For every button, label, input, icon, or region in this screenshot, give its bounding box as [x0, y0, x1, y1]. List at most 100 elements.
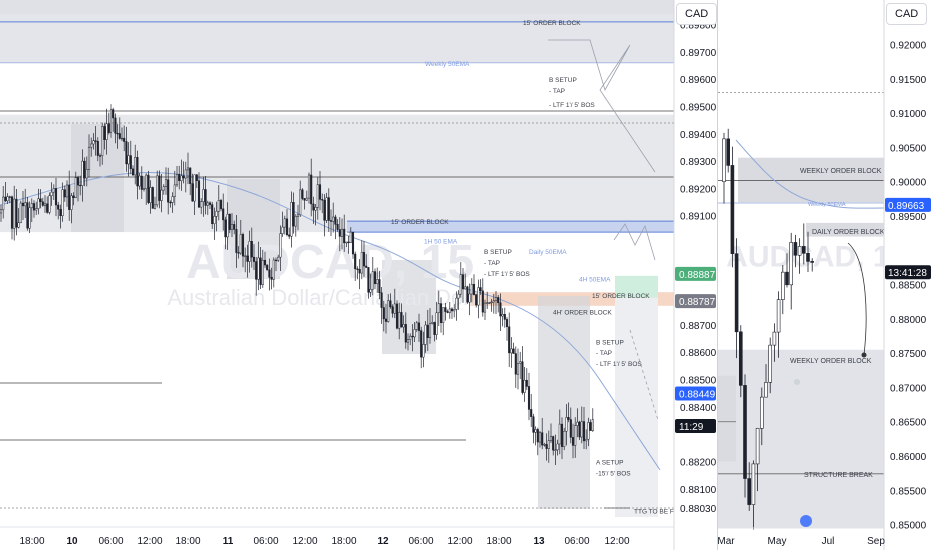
candle-body — [292, 202, 295, 227]
right-currency-badge[interactable]: CAD — [886, 3, 928, 25]
chart-annotation: - TAP — [596, 350, 612, 357]
chart-annotation: B SETUP — [596, 339, 624, 346]
candle-body — [318, 184, 322, 200]
earnings-icon — [800, 515, 812, 527]
candle-body — [193, 174, 196, 202]
candle-body — [303, 198, 306, 201]
chart-annotation: 15' ORDER BLOCK — [592, 293, 650, 300]
candle-body — [323, 199, 326, 221]
candle-body — [472, 283, 476, 295]
candle-body — [248, 241, 251, 262]
candle-body — [589, 422, 592, 431]
candle-body — [382, 307, 385, 320]
candle-body — [250, 241, 253, 258]
candle-body — [114, 117, 117, 134]
left-candlestick-chart[interactable]: AUDCAD, 15Australian Dollar/Canadian Dol… — [0, 0, 717, 550]
time-tick-label: 18:00 — [486, 536, 511, 547]
candle-body — [413, 329, 416, 338]
candle-body — [39, 198, 42, 202]
candle-body — [54, 188, 58, 206]
candle-body — [768, 344, 773, 383]
candle-body — [87, 146, 91, 170]
candle-body — [314, 207, 317, 211]
candle-body — [536, 429, 539, 443]
candle-body — [486, 302, 489, 304]
candle-body — [360, 252, 363, 274]
candle-body — [4, 196, 7, 202]
candle-body — [358, 269, 361, 274]
price-marker-label: 0.88887 — [679, 270, 716, 281]
chart-annotation: - TAP — [484, 260, 500, 267]
candle-body — [270, 277, 273, 280]
candle-body — [345, 241, 348, 244]
candle-body — [479, 287, 482, 292]
candle-body — [499, 302, 502, 317]
candle-body — [367, 267, 370, 293]
candle-body — [376, 279, 379, 285]
candle-body — [380, 292, 383, 308]
price-tick-label: 0.85500 — [890, 486, 927, 497]
candle-body — [580, 421, 583, 438]
candle-body — [255, 261, 258, 280]
candle-body — [552, 436, 555, 451]
candle-body — [74, 177, 77, 199]
candle-body — [585, 438, 588, 442]
right-chart-panel[interactable]: AUDCAD, 1W WEEKLY ORDER BLOCK Weekly 50EMA… — [718, 0, 932, 550]
candle-body — [347, 241, 350, 244]
candle-body — [527, 386, 531, 410]
candle-body — [310, 174, 313, 205]
candle-body — [171, 196, 174, 203]
time-tick-label: May — [768, 536, 787, 547]
candle-body — [459, 274, 462, 295]
candle-body — [417, 322, 421, 331]
candle-body — [228, 213, 231, 230]
candle-body — [0, 209, 3, 214]
candle-body — [149, 187, 152, 203]
chart-annotation: WEEKLY ORDER BLOCK — [800, 168, 882, 175]
candle-body — [312, 203, 315, 211]
candle-body — [81, 160, 84, 186]
price-tick-label: 0.85000 — [890, 521, 927, 532]
candle-body — [448, 308, 451, 313]
right-candlestick-chart[interactable]: AUDCAD, 1WWEEKLY ORDER BLOCKWeekly 50EMA… — [718, 0, 932, 550]
candle-body — [400, 312, 403, 328]
candle-body — [477, 287, 480, 306]
chart-annotation: A SETUP — [596, 459, 623, 466]
candle-body — [162, 186, 165, 191]
candle-body — [213, 216, 216, 225]
candle-body — [497, 297, 500, 303]
candle-body — [288, 234, 291, 237]
candle-body — [431, 322, 434, 324]
chart-annotation: Daily 50EMA — [529, 249, 567, 256]
candle-body — [512, 348, 515, 354]
left-chart-panel[interactable]: AUDCAD, 15 Australian Dollar/Canadian Dol… — [0, 0, 717, 550]
candle-body — [475, 294, 478, 306]
candle-body — [554, 449, 557, 451]
candle-body — [35, 208, 38, 211]
candle-body — [241, 234, 245, 257]
candle-body — [373, 271, 377, 285]
candle-body — [369, 288, 372, 293]
candle-body — [296, 214, 300, 217]
candle-body — [59, 209, 62, 217]
chart-annotation: TTG TO BE FR — [634, 509, 679, 516]
candle-body — [532, 416, 535, 433]
candle-body — [277, 256, 280, 261]
candle-body — [391, 306, 394, 314]
candle-body — [79, 184, 82, 187]
candle-body — [468, 293, 471, 303]
candle-body — [802, 246, 806, 254]
candle-body — [175, 174, 179, 186]
price-tick-label: 0.86000 — [890, 452, 927, 463]
candle-body — [578, 421, 581, 438]
candle-body — [415, 322, 418, 330]
candle-body — [167, 179, 170, 203]
left-currency-badge[interactable]: CAD — [676, 3, 717, 25]
candle-body — [437, 303, 440, 314]
candle-body — [547, 440, 550, 449]
candle-body — [351, 231, 355, 255]
candle-body — [202, 189, 205, 202]
candle-body — [239, 234, 242, 254]
candle-body — [365, 265, 368, 268]
price-tick-label: 0.88500 — [680, 376, 717, 387]
